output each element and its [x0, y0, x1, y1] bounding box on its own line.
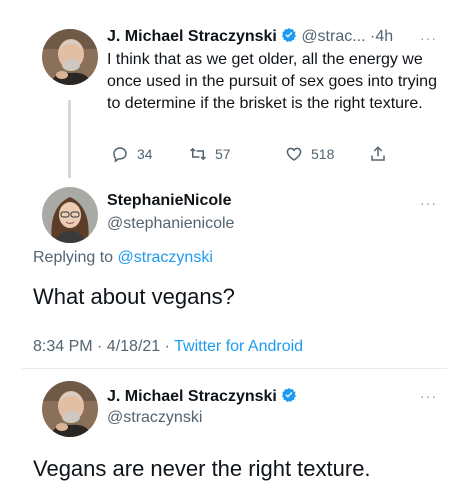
tweet2-text: What about vegans?	[33, 284, 235, 309]
avatar-stephanienicole[interactable]	[42, 187, 98, 243]
avatar-jms-2[interactable]	[42, 381, 98, 437]
verified-badge-icon	[281, 388, 296, 402]
tweet1-header: J. Michael Straczynski @strac... ·4h	[107, 27, 393, 46]
tweet2-client-link[interactable]: Twitter for Android	[174, 338, 303, 355]
tweet3-author-name[interactable]: J. Michael Straczynski	[107, 388, 277, 405]
replying-to-line: Replying to @straczynski	[33, 249, 213, 267]
tweet2-author-name[interactable]: StephanieNicole	[107, 192, 231, 210]
tweet1-handle[interactable]: @strac...	[301, 28, 365, 45]
like-button[interactable]: 518	[285, 145, 334, 163]
reply-icon	[113, 147, 127, 163]
tweet3-handle[interactable]: @straczynski	[107, 409, 202, 427]
avatar-jms-1[interactable]	[42, 29, 98, 85]
thread-connector-line	[68, 100, 71, 178]
reply-count: 34	[137, 146, 153, 162]
reply-button[interactable]: 34	[111, 145, 153, 163]
tweet1-time[interactable]: 4h	[375, 28, 393, 45]
tweet1-text: I think that as we get older, all the en…	[107, 51, 437, 112]
tweet1-author-name[interactable]: J. Michael Straczynski	[107, 28, 277, 45]
divider	[22, 368, 447, 369]
retweet-count: 57	[215, 146, 231, 162]
replying-prefix: Replying to	[33, 249, 114, 266]
tweet2-meta: 8:34 PM · 4/18/21 · Twitter for Android	[33, 338, 303, 356]
replying-to-mention[interactable]: @straczynski	[118, 249, 213, 266]
like-count: 518	[311, 146, 335, 162]
tweet2-timestamp[interactable]: 8:34 PM · 4/18/21 ·	[33, 338, 174, 355]
retweet-button[interactable]: 57	[189, 145, 231, 163]
like-icon	[286, 147, 302, 161]
tweet3-author-line: J. Michael Straczynski	[107, 387, 297, 406]
retweet-icon	[189, 147, 207, 161]
tweet2-handle[interactable]: @stephanienicole	[107, 215, 234, 233]
more-icon[interactable]: ···	[420, 388, 437, 404]
more-icon[interactable]: ···	[420, 195, 437, 211]
tweet1-action-bar: 34 57 518	[107, 145, 407, 167]
more-icon[interactable]: ···	[420, 30, 437, 46]
share-icon	[371, 146, 385, 161]
share-button[interactable]	[369, 145, 387, 163]
tweet3-text: Vegans are never the right texture.	[33, 456, 371, 481]
verified-badge-icon	[281, 28, 296, 42]
